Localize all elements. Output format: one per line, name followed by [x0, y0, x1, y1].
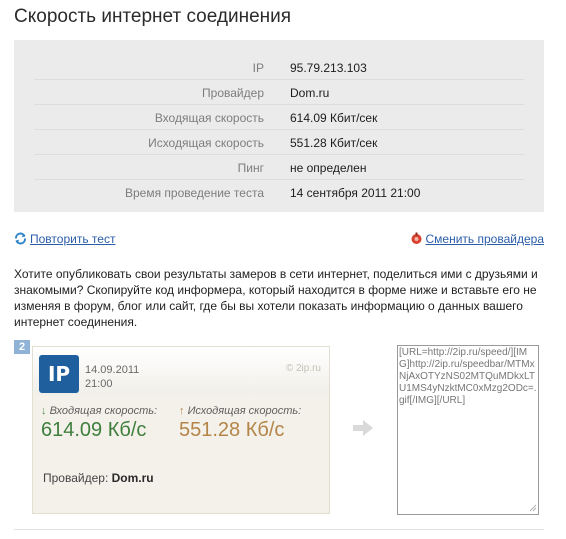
- download-speed-value: 614.09 Кбит/сек: [290, 111, 378, 125]
- informer-download-label-text: Входящая скорость:: [49, 405, 158, 417]
- arrow-up-icon: ↑: [179, 405, 185, 417]
- upload-speed-label: Исходящая скорость: [148, 136, 264, 150]
- informer-provider-label: Провайдер:: [43, 471, 109, 485]
- download-speed-label: Входящая скорость: [154, 111, 264, 125]
- result-row-ip: IP 95.79.213.103: [34, 56, 524, 80]
- step-badge: 2: [14, 340, 30, 354]
- result-row-upload: Исходящая скорость 551.28 Кбит/сек: [34, 131, 524, 155]
- change-provider-link[interactable]: Сменить провайдера: [426, 232, 545, 246]
- informer-time-value: 21:00: [85, 378, 113, 390]
- informer-header: IP 14.09.2011 21:00 © 2ip.ru: [33, 347, 329, 395]
- informer-date-value: 14.09.2011: [85, 364, 140, 376]
- informer-date: 14.09.2011 21:00: [85, 363, 139, 391]
- informer-upload-value: 551.28 Кб/с: [179, 419, 285, 441]
- informer-provider-value: Dom.ru: [111, 471, 154, 485]
- informer-upload-label: ↑ Исходящая скорость:: [179, 405, 301, 417]
- test-time-value: 14 сентября 2011 21:00: [290, 186, 421, 200]
- result-row-provider: Провайдер Dom.ru: [34, 81, 524, 105]
- upload-speed-value: 551.28 Кбит/сек: [290, 136, 378, 150]
- ip-label: IP: [252, 61, 264, 75]
- ping-label: Пинг: [237, 161, 264, 175]
- informer-description: Хотите опубликовать свои результаты заме…: [14, 267, 538, 329]
- retest-link-row: Повторить тест: [14, 232, 115, 246]
- results-panel: IP 95.79.213.103 Провайдер Dom.ru Входящ…: [14, 40, 544, 212]
- informer-code-textarea[interactable]: [URL=http://2ip.ru/speed/][IMG]http://2i…: [397, 345, 539, 515]
- speed-informer: IP 14.09.2011 21:00 © 2ip.ru ↓ Входящая …: [32, 346, 330, 514]
- page-title: Скорость интернет соединения: [14, 6, 292, 27]
- provider-value: Dom.ru: [290, 86, 330, 100]
- arrow-down-icon: ↓: [41, 405, 47, 417]
- ip-value: 95.79.213.103: [290, 61, 367, 75]
- retest-link[interactable]: Повторить тест: [30, 232, 115, 246]
- ip-logo: IP: [39, 355, 79, 393]
- change-provider-link-row: Сменить провайдера: [410, 232, 545, 246]
- provider-label: Провайдер: [202, 86, 264, 100]
- informer-provider: Провайдер: Dom.ru: [43, 471, 154, 485]
- provider-icon: [411, 232, 421, 244]
- arrow-right-icon: [353, 420, 373, 436]
- result-row-test-time: Время проведение теста 14 сентября 2011 …: [34, 181, 524, 205]
- resize-grip-icon[interactable]: [527, 502, 537, 512]
- test-time-label: Время проведение теста: [124, 186, 264, 200]
- result-row-ping: Пинг не определен: [34, 156, 524, 180]
- informer-download-label: ↓ Входящая скорость:: [41, 405, 157, 417]
- bottom-divider: [14, 529, 544, 530]
- informer-site: © 2ip.ru: [285, 363, 321, 374]
- ping-value: не определен: [290, 161, 367, 175]
- refresh-icon: [15, 232, 26, 245]
- result-row-download: Входящая скорость 614.09 Кбит/сек: [34, 106, 524, 130]
- informer-upload-label-text: Исходящая скорость:: [187, 405, 302, 417]
- informer-download-value: 614.09 Кб/с: [41, 419, 147, 441]
